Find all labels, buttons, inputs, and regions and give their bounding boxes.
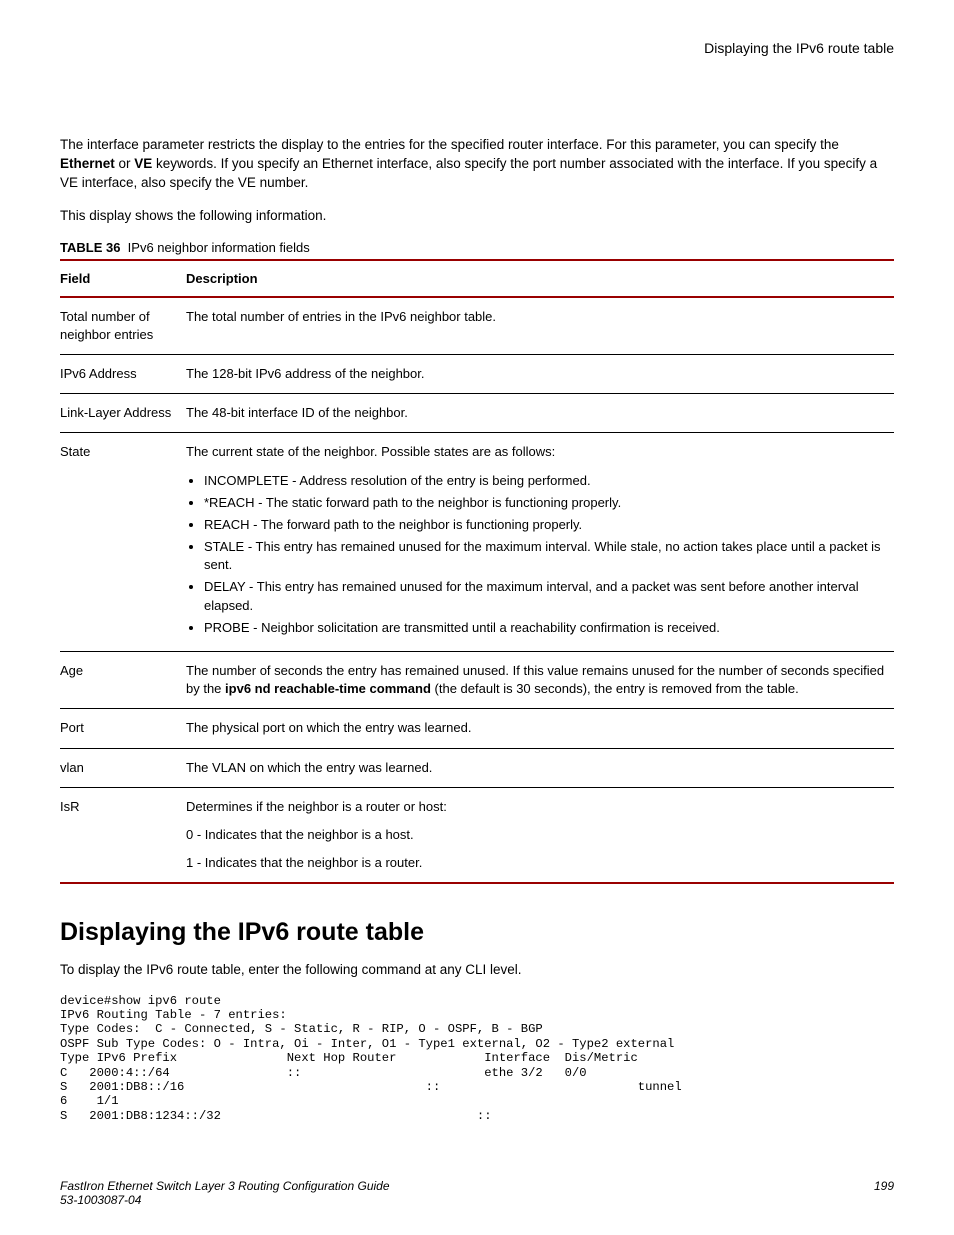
cell-field: IsR (60, 787, 186, 883)
section-heading: Displaying the IPv6 route table (60, 918, 894, 947)
keyword-ethernet: Ethernet (60, 156, 115, 171)
cell-field: Link-Layer Address (60, 394, 186, 433)
th-description: Description (186, 260, 894, 297)
page-footer: FastIron Ethernet Switch Layer 3 Routing… (60, 1179, 894, 1207)
table-row: IPv6 Address The 128-bit IPv6 address of… (60, 354, 894, 393)
list-item: STALE - This entry has remained unused f… (204, 538, 888, 574)
cell-desc: The current state of the neighbor. Possi… (186, 433, 894, 652)
cell-desc: The number of seconds the entry has rema… (186, 652, 894, 709)
cell-desc: The 48-bit interface ID of the neighbor. (186, 394, 894, 433)
text-span: keywords. If you specify an Ethernet int… (60, 156, 877, 190)
list-item: REACH - The forward path to the neighbor… (204, 516, 888, 534)
table-row: Total number of neighbor entries The tot… (60, 297, 894, 355)
cell-desc: The 128-bit IPv6 address of the neighbor… (186, 354, 894, 393)
table-caption: TABLE 36 IPv6 neighbor information field… (60, 240, 894, 255)
cell-field: Total number of neighbor entries (60, 297, 186, 355)
table-row: State The current state of the neighbor.… (60, 433, 894, 652)
state-intro: The current state of the neighbor. Possi… (186, 444, 555, 459)
ipv6-fields-table: Field Description Total number of neighb… (60, 259, 894, 885)
cell-desc: Determines if the neighbor is a router o… (186, 787, 894, 883)
cell-desc: The VLAN on which the entry was learned. (186, 748, 894, 787)
cell-desc: The physical port on which the entry was… (186, 709, 894, 748)
table-title: IPv6 neighbor information fields (128, 240, 310, 255)
table-row: Age The number of seconds the entry has … (60, 652, 894, 709)
footer-guide-title: FastIron Ethernet Switch Layer 3 Routing… (60, 1179, 390, 1193)
list-item: PROBE - Neighbor solicitation are transm… (204, 619, 888, 637)
table-row: IsR Determines if the neighbor is a rout… (60, 787, 894, 883)
isr-host: 0 - Indicates that the neighbor is a hos… (186, 826, 888, 844)
text-span: or (115, 156, 135, 171)
footer-page-number: 199 (874, 1179, 894, 1207)
table-row: Link-Layer Address The 48-bit interface … (60, 394, 894, 433)
cell-field: Age (60, 652, 186, 709)
cell-field: IPv6 Address (60, 354, 186, 393)
running-header: Displaying the IPv6 route table (60, 40, 894, 56)
footer-doc-number: 53-1003087-04 (60, 1193, 390, 1207)
cell-field: vlan (60, 748, 186, 787)
keyword-ve: VE (134, 156, 152, 171)
text-span: (the default is 30 seconds), the entry i… (431, 681, 799, 696)
list-item: DELAY - This entry has remained unused f… (204, 578, 888, 614)
isr-router: 1 - Indicates that the neighbor is a rou… (186, 854, 888, 872)
cli-output: device#show ipv6 route IPv6 Routing Tabl… (60, 994, 894, 1124)
list-item: INCOMPLETE - Address resolution of the e… (204, 472, 888, 490)
state-list: INCOMPLETE - Address resolution of the e… (186, 472, 888, 638)
cell-desc: The total number of entries in the IPv6 … (186, 297, 894, 355)
paragraph-interface: The interface parameter restricts the di… (60, 136, 894, 193)
th-field: Field (60, 260, 186, 297)
paragraph-display-info: This display shows the following informa… (60, 207, 894, 226)
text-span: The interface parameter restricts the di… (60, 137, 839, 152)
table-row: vlan The VLAN on which the entry was lea… (60, 748, 894, 787)
command-keyword: ipv6 nd reachable-time command (225, 681, 431, 696)
table-label: TABLE 36 (60, 240, 120, 255)
list-item: *REACH - The static forward path to the … (204, 494, 888, 512)
table-row: Port The physical port on which the entr… (60, 709, 894, 748)
cell-field: State (60, 433, 186, 652)
isr-intro: Determines if the neighbor is a router o… (186, 799, 447, 814)
section-intro: To display the IPv6 route table, enter t… (60, 961, 894, 980)
cell-field: Port (60, 709, 186, 748)
